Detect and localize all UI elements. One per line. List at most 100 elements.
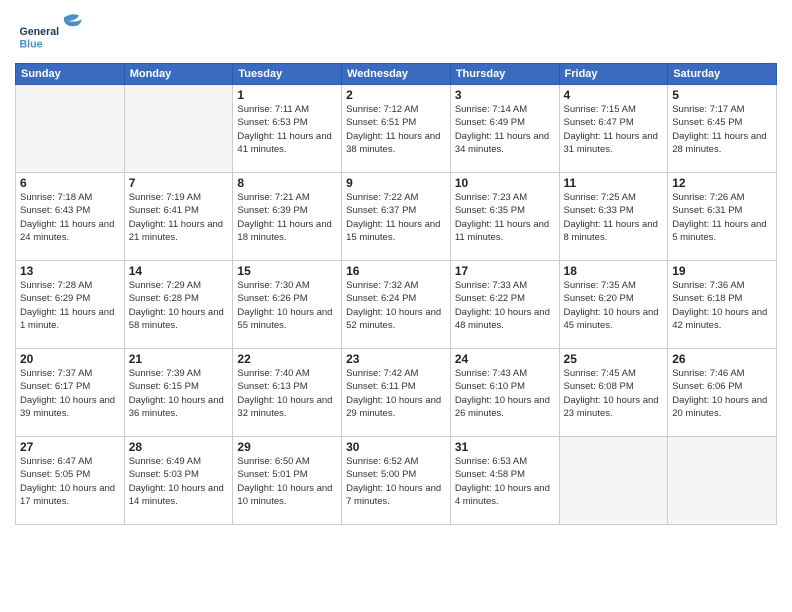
day-number: 16: [346, 264, 446, 278]
day-number: 5: [672, 88, 772, 102]
day-info: Sunrise: 6:50 AMSunset: 5:01 PMDaylight:…: [237, 455, 337, 508]
calendar-week-row: 27Sunrise: 6:47 AMSunset: 5:05 PMDayligh…: [16, 437, 777, 525]
main-container: General Blue SundayMondayTuesdayWednesda…: [0, 0, 792, 612]
day-header-tuesday: Tuesday: [233, 64, 342, 85]
day-info: Sunrise: 7:12 AMSunset: 6:51 PMDaylight:…: [346, 103, 446, 156]
day-info: Sunrise: 7:26 AMSunset: 6:31 PMDaylight:…: [672, 191, 772, 244]
calendar-week-row: 13Sunrise: 7:28 AMSunset: 6:29 PMDayligh…: [16, 261, 777, 349]
calendar-cell: 22Sunrise: 7:40 AMSunset: 6:13 PMDayligh…: [233, 349, 342, 437]
day-info: Sunrise: 7:17 AMSunset: 6:45 PMDaylight:…: [672, 103, 772, 156]
calendar-cell: 5Sunrise: 7:17 AMSunset: 6:45 PMDaylight…: [668, 85, 777, 173]
day-info: Sunrise: 7:33 AMSunset: 6:22 PMDaylight:…: [455, 279, 555, 332]
day-number: 11: [564, 176, 664, 190]
calendar-cell: 23Sunrise: 7:42 AMSunset: 6:11 PMDayligh…: [342, 349, 451, 437]
day-number: 3: [455, 88, 555, 102]
day-info: Sunrise: 7:19 AMSunset: 6:41 PMDaylight:…: [129, 191, 229, 244]
calendar-cell: 1Sunrise: 7:11 AMSunset: 6:53 PMDaylight…: [233, 85, 342, 173]
calendar-cell: 20Sunrise: 7:37 AMSunset: 6:17 PMDayligh…: [16, 349, 125, 437]
day-header-wednesday: Wednesday: [342, 64, 451, 85]
calendar-table: SundayMondayTuesdayWednesdayThursdayFrid…: [15, 63, 777, 525]
calendar-cell: [559, 437, 668, 525]
day-header-sunday: Sunday: [16, 64, 125, 85]
day-header-friday: Friday: [559, 64, 668, 85]
calendar-cell: 17Sunrise: 7:33 AMSunset: 6:22 PMDayligh…: [450, 261, 559, 349]
calendar-cell: 24Sunrise: 7:43 AMSunset: 6:10 PMDayligh…: [450, 349, 559, 437]
day-info: Sunrise: 7:18 AMSunset: 6:43 PMDaylight:…: [20, 191, 120, 244]
day-number: 31: [455, 440, 555, 454]
day-number: 18: [564, 264, 664, 278]
calendar-cell: [16, 85, 125, 173]
day-info: Sunrise: 7:35 AMSunset: 6:20 PMDaylight:…: [564, 279, 664, 332]
day-number: 22: [237, 352, 337, 366]
day-number: 4: [564, 88, 664, 102]
day-number: 15: [237, 264, 337, 278]
calendar-cell: 27Sunrise: 6:47 AMSunset: 5:05 PMDayligh…: [16, 437, 125, 525]
svg-text:Blue: Blue: [19, 39, 42, 51]
calendar-cell: 29Sunrise: 6:50 AMSunset: 5:01 PMDayligh…: [233, 437, 342, 525]
day-header-thursday: Thursday: [450, 64, 559, 85]
day-number: 9: [346, 176, 446, 190]
calendar-cell: 26Sunrise: 7:46 AMSunset: 6:06 PMDayligh…: [668, 349, 777, 437]
day-number: 1: [237, 88, 337, 102]
day-number: 8: [237, 176, 337, 190]
day-info: Sunrise: 7:32 AMSunset: 6:24 PMDaylight:…: [346, 279, 446, 332]
calendar-week-row: 1Sunrise: 7:11 AMSunset: 6:53 PMDaylight…: [16, 85, 777, 173]
calendar-cell: [124, 85, 233, 173]
calendar-week-row: 20Sunrise: 7:37 AMSunset: 6:17 PMDayligh…: [16, 349, 777, 437]
calendar-cell: 30Sunrise: 6:52 AMSunset: 5:00 PMDayligh…: [342, 437, 451, 525]
day-info: Sunrise: 6:53 AMSunset: 4:58 PMDaylight:…: [455, 455, 555, 508]
day-number: 24: [455, 352, 555, 366]
day-number: 10: [455, 176, 555, 190]
calendar-cell: 3Sunrise: 7:14 AMSunset: 6:49 PMDaylight…: [450, 85, 559, 173]
day-number: 21: [129, 352, 229, 366]
header: General Blue: [15, 10, 777, 55]
calendar-cell: 14Sunrise: 7:29 AMSunset: 6:28 PMDayligh…: [124, 261, 233, 349]
calendar-cell: 19Sunrise: 7:36 AMSunset: 6:18 PMDayligh…: [668, 261, 777, 349]
day-info: Sunrise: 7:46 AMSunset: 6:06 PMDaylight:…: [672, 367, 772, 420]
calendar-cell: 8Sunrise: 7:21 AMSunset: 6:39 PMDaylight…: [233, 173, 342, 261]
logo-svg: General Blue: [15, 10, 95, 55]
day-number: 30: [346, 440, 446, 454]
day-info: Sunrise: 7:36 AMSunset: 6:18 PMDaylight:…: [672, 279, 772, 332]
day-info: Sunrise: 7:14 AMSunset: 6:49 PMDaylight:…: [455, 103, 555, 156]
day-number: 27: [20, 440, 120, 454]
calendar-cell: 11Sunrise: 7:25 AMSunset: 6:33 PMDayligh…: [559, 173, 668, 261]
calendar-week-row: 6Sunrise: 7:18 AMSunset: 6:43 PMDaylight…: [16, 173, 777, 261]
day-info: Sunrise: 6:49 AMSunset: 5:03 PMDaylight:…: [129, 455, 229, 508]
day-info: Sunrise: 7:11 AMSunset: 6:53 PMDaylight:…: [237, 103, 337, 156]
day-number: 28: [129, 440, 229, 454]
day-info: Sunrise: 7:42 AMSunset: 6:11 PMDaylight:…: [346, 367, 446, 420]
day-info: Sunrise: 7:29 AMSunset: 6:28 PMDaylight:…: [129, 279, 229, 332]
calendar-cell: 28Sunrise: 6:49 AMSunset: 5:03 PMDayligh…: [124, 437, 233, 525]
svg-text:General: General: [19, 26, 59, 38]
calendar-cell: 10Sunrise: 7:23 AMSunset: 6:35 PMDayligh…: [450, 173, 559, 261]
day-number: 17: [455, 264, 555, 278]
day-number: 13: [20, 264, 120, 278]
calendar-cell: 2Sunrise: 7:12 AMSunset: 6:51 PMDaylight…: [342, 85, 451, 173]
day-number: 23: [346, 352, 446, 366]
day-number: 12: [672, 176, 772, 190]
calendar-cell: 21Sunrise: 7:39 AMSunset: 6:15 PMDayligh…: [124, 349, 233, 437]
day-info: Sunrise: 7:37 AMSunset: 6:17 PMDaylight:…: [20, 367, 120, 420]
calendar-cell: 31Sunrise: 6:53 AMSunset: 4:58 PMDayligh…: [450, 437, 559, 525]
day-info: Sunrise: 7:23 AMSunset: 6:35 PMDaylight:…: [455, 191, 555, 244]
logo: General Blue: [15, 10, 95, 55]
calendar-cell: 13Sunrise: 7:28 AMSunset: 6:29 PMDayligh…: [16, 261, 125, 349]
calendar-cell: 9Sunrise: 7:22 AMSunset: 6:37 PMDaylight…: [342, 173, 451, 261]
day-number: 25: [564, 352, 664, 366]
day-number: 6: [20, 176, 120, 190]
day-info: Sunrise: 6:47 AMSunset: 5:05 PMDaylight:…: [20, 455, 120, 508]
day-info: Sunrise: 7:39 AMSunset: 6:15 PMDaylight:…: [129, 367, 229, 420]
day-header-saturday: Saturday: [668, 64, 777, 85]
calendar-cell: 4Sunrise: 7:15 AMSunset: 6:47 PMDaylight…: [559, 85, 668, 173]
day-info: Sunrise: 7:43 AMSunset: 6:10 PMDaylight:…: [455, 367, 555, 420]
calendar-cell: 15Sunrise: 7:30 AMSunset: 6:26 PMDayligh…: [233, 261, 342, 349]
day-number: 7: [129, 176, 229, 190]
day-info: Sunrise: 7:25 AMSunset: 6:33 PMDaylight:…: [564, 191, 664, 244]
day-number: 29: [237, 440, 337, 454]
day-number: 26: [672, 352, 772, 366]
day-info: Sunrise: 7:30 AMSunset: 6:26 PMDaylight:…: [237, 279, 337, 332]
calendar-cell: 7Sunrise: 7:19 AMSunset: 6:41 PMDaylight…: [124, 173, 233, 261]
day-info: Sunrise: 7:45 AMSunset: 6:08 PMDaylight:…: [564, 367, 664, 420]
day-info: Sunrise: 7:22 AMSunset: 6:37 PMDaylight:…: [346, 191, 446, 244]
